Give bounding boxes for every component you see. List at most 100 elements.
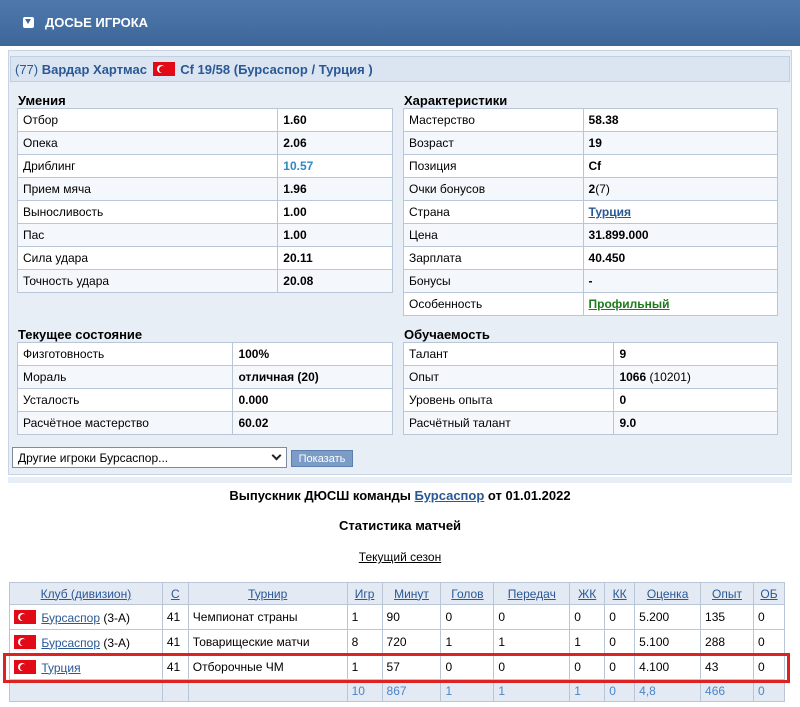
player-header: (77) Вардар Хартмас Cf 19/58 (Бурсаспор …: [10, 56, 790, 82]
col-minutes[interactable]: Минут: [381, 582, 442, 605]
char-value: -: [582, 269, 779, 293]
table-row: Дриблинг 10.57: [16, 154, 393, 178]
club-link[interactable]: Бурсаспор: [41, 611, 100, 625]
learning-label: Расчётный талант: [402, 411, 615, 435]
skill-label: Отбор: [16, 108, 279, 132]
exp-cell: 135: [700, 604, 754, 630]
skills-title: Умения: [18, 93, 66, 108]
char-value: 19: [582, 131, 779, 155]
club-link[interactable]: Бурсаспор: [41, 636, 100, 650]
graduate-prefix: Выпускник ДЮСШ команды: [229, 488, 411, 503]
skill-value: 20.08: [277, 269, 393, 293]
condition-label: Мораль: [16, 365, 234, 389]
table-row: Мастерство 58.38: [403, 108, 779, 132]
col-club[interactable]: Клуб (дивизион): [9, 582, 163, 605]
show-button[interactable]: Показать: [291, 450, 353, 467]
table-row: Физготовность 100%: [16, 342, 393, 366]
col-rating[interactable]: Оценка: [634, 582, 702, 605]
turkey-flag-icon: [14, 609, 36, 624]
skill-label: Прием мяча: [16, 177, 279, 201]
turkey-flag-icon: [152, 62, 175, 76]
table-row: Выносливость 1.00: [16, 200, 393, 224]
col-c[interactable]: С: [161, 582, 189, 605]
table-row: Позиция Cf: [403, 154, 779, 178]
char-value: 2(7): [582, 177, 779, 201]
table-row: Страна Турция: [403, 200, 779, 224]
assists-cell: 0: [493, 604, 571, 630]
char-label: Очки бонусов: [403, 177, 584, 201]
select-value: Другие игроки Бурсаспор...: [18, 451, 169, 465]
learning-value: 9: [613, 342, 778, 366]
condition-table: Физготовность 100% Мораль отличная (20) Ус…: [16, 342, 393, 435]
table-row: Расчётный талант 9.0: [402, 411, 778, 435]
bonus-points-extra: (7): [595, 182, 610, 196]
char-value: Турция: [582, 200, 779, 224]
specialty-link[interactable]: Профильный: [589, 297, 670, 311]
highlight-box: [3, 653, 790, 683]
graduate-line: Выпускник ДЮСШ команды Бурсаспор от 01.0…: [0, 488, 800, 503]
club-division: (3-А): [103, 635, 131, 650]
table-row: Возраст 19: [403, 131, 779, 155]
rating-cell: 5.200: [634, 604, 702, 630]
player-number: (77): [15, 62, 39, 77]
rc-cell: 0: [604, 629, 636, 655]
exp-cell: 288: [700, 629, 754, 655]
learning-title: Обучаемость: [404, 327, 490, 342]
learning-label: Талант: [402, 342, 615, 366]
assists-cell: 1: [493, 629, 571, 655]
learning-table: Талант 9 Опыт 1066 (10201) Уровень опыта 0 …: [402, 342, 778, 435]
skills-table: Отбор 1.60 Опека 2.06 Дриблинг 10.57 Прием …: [16, 108, 393, 293]
table-row: Точность удара 20.08: [16, 269, 393, 293]
col-goals[interactable]: Голов: [440, 582, 495, 605]
player-country-link[interactable]: Турция: [319, 62, 365, 77]
table-row: Талант 9: [402, 342, 778, 366]
table-row: Опыт 1066 (10201): [402, 365, 778, 389]
col-yellow-cards[interactable]: ЖК: [569, 582, 606, 605]
char-label: Бонусы: [403, 269, 584, 293]
skill-label: Сила удара: [16, 246, 279, 270]
club-cell: Бурсаспор (3-А): [9, 629, 163, 655]
graduate-club-link[interactable]: Бурсаспор: [415, 488, 485, 503]
collapse-arrow-icon[interactable]: [23, 17, 34, 28]
table-row: Бурсаспор (3-А) 41 Чемпионат страны 1 90…: [9, 604, 786, 630]
col-red-cards[interactable]: КК: [604, 582, 636, 605]
table-row: Особенность Профильный: [403, 292, 779, 316]
skill-value: 20.11: [277, 246, 393, 270]
other-players-select[interactable]: Другие игроки Бурсаспор...: [12, 447, 287, 468]
current-season-link[interactable]: Текущий сезон: [359, 550, 441, 564]
rating-cell: 5.100: [634, 629, 702, 655]
char-label: Цена: [403, 223, 584, 247]
experience-value: 1066: [619, 370, 647, 384]
condition-title: Текущее состояние: [18, 327, 143, 342]
tournament-cell: Товарищеские матчи: [187, 629, 348, 655]
col-tournament[interactable]: Турнир: [187, 582, 348, 605]
char-label: Позиция: [403, 154, 584, 178]
col-experience[interactable]: Опыт: [700, 582, 754, 605]
country-link[interactable]: Турция: [589, 205, 631, 219]
col-games[interactable]: Игр: [346, 582, 383, 605]
learning-label: Уровень опыта: [402, 388, 615, 412]
col-assists[interactable]: Передач: [493, 582, 571, 605]
table-header-row: Клуб (дивизион) С Турнир Игр Минут Голов…: [9, 582, 786, 605]
char-label: Зарплата: [403, 246, 584, 270]
char-value: Профильный: [582, 292, 779, 316]
table-row: Расчётное мастерство 60.02: [16, 411, 393, 435]
paren-close: ): [368, 62, 373, 77]
condition-value: 100%: [232, 342, 393, 366]
minutes-cell: 720: [381, 629, 442, 655]
yc-cell: 0: [569, 604, 606, 630]
ob-cell: 0: [752, 629, 786, 655]
player-club-link[interactable]: Бурсаспор: [238, 62, 308, 77]
table-row: Прием мяча 1.96: [16, 177, 393, 201]
col-ob[interactable]: ОБ: [752, 582, 786, 605]
table-row: Мораль отличная (20): [16, 365, 393, 389]
skill-value: 10.57: [277, 154, 393, 178]
char-label: Особенность: [403, 292, 584, 316]
skill-label: Опека: [16, 131, 279, 155]
char-value: Cf: [582, 154, 779, 178]
player-position-age: Cf 19/58: [180, 62, 231, 77]
learning-label: Опыт: [402, 365, 615, 389]
char-label: Возраст: [403, 131, 584, 155]
learning-value: 1066 (10201): [613, 365, 778, 389]
condition-label: Расчётное мастерство: [16, 411, 234, 435]
